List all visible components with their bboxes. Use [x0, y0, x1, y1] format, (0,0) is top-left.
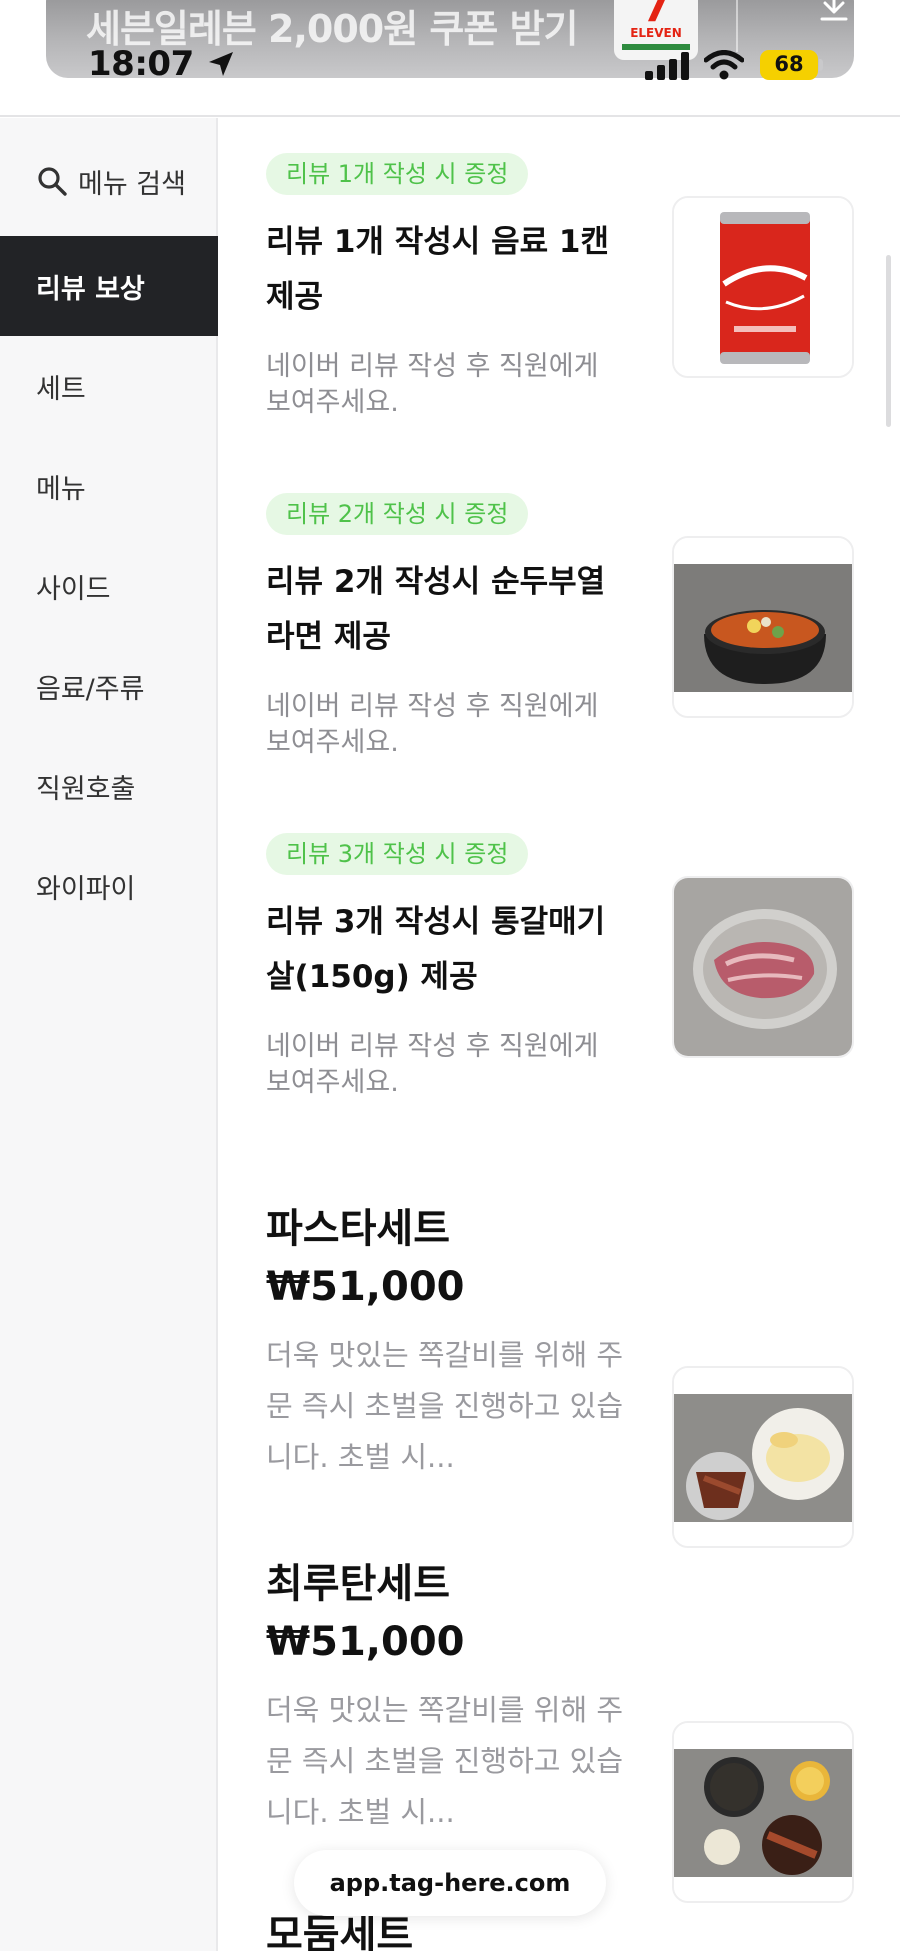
url-bar[interactable]: app.tag-here.com [294, 1850, 606, 1916]
battery-level: 68 [774, 52, 804, 76]
item-description: 더욱 맛있는 쪽갈비를 위해 주문 즉시 초벌을 진행하고 있습니다. 초벌 시… [266, 1693, 624, 1829]
search-icon [38, 167, 67, 196]
reward-badge: 리뷰 2개 작성 시 증정 [266, 493, 529, 535]
category-sidebar: 메뉴 검색 리뷰 보상 세트 메뉴 사이드 음료/주류 직원호출 와이파이 [0, 118, 218, 1951]
item-image [672, 1721, 854, 1903]
item-description: 네이버 리뷰 작성 후 직원에게 보여주세요. [266, 351, 599, 418]
sidebar-item-wifi[interactable]: 와이파이 [0, 836, 218, 936]
item-title: 최루탄세트 [266, 1561, 450, 1607]
cellular-signal-icon [645, 52, 689, 80]
cola-can-image [674, 198, 852, 376]
item-price: ₩51,000 [266, 1264, 465, 1310]
item-image [672, 876, 854, 1058]
menu-search[interactable]: 메뉴 검색 [36, 158, 186, 204]
pasta-set-image [674, 1368, 852, 1546]
sidebar-item-menu[interactable]: 메뉴 [0, 436, 218, 536]
seven-eleven-logo: 7 ELEVEN [614, 0, 698, 60]
tear-gas-set-image [674, 1723, 852, 1901]
menu-list: 리뷰 1개 작성 시 증정 리뷰 1개 작성시 음료 1캔 제공 네이버 리뷰 … [220, 118, 900, 1951]
status-time: 18:07 [88, 44, 194, 84]
menu-search-label: 메뉴 검색 [78, 168, 186, 200]
item-description: 네이버 리뷰 작성 후 직원에게 보여주세요. [266, 1031, 599, 1098]
sidebar-item-drinks[interactable]: 음료/주류 [0, 636, 218, 736]
logo-text: ELEVEN [630, 26, 682, 40]
item-image [672, 536, 854, 718]
item-title: 리뷰 1개 작성시 음료 1캔 제공 [266, 224, 609, 315]
battery-indicator: 68 [760, 50, 818, 80]
sidebar-item-set[interactable]: 세트 [0, 336, 218, 436]
logo-stripe [622, 44, 690, 50]
reward-badge: 리뷰 3개 작성 시 증정 [266, 833, 529, 875]
item-title: 파스타세트 [266, 1206, 450, 1252]
top-area: 세븐일레븐 2,000원 쿠폰 받기 7 ELEVEN 18:07 68 [0, 0, 900, 117]
item-image [672, 1366, 854, 1548]
location-arrow-icon [209, 52, 233, 76]
raw-pork-image [674, 878, 852, 1056]
sidebar-item-staff-call[interactable]: 직원호출 [0, 736, 218, 836]
banner-divider [736, 0, 738, 52]
wifi-icon [704, 50, 744, 80]
logo-number: 7 [642, 0, 670, 31]
battery-cap [819, 59, 823, 71]
download-icon[interactable] [816, 0, 852, 24]
sundubu-ramen-image [674, 538, 852, 716]
reward-badge: 리뷰 1개 작성 시 증정 [266, 153, 529, 195]
item-image [672, 196, 854, 378]
item-title: 리뷰 2개 작성시 순두부열라면 제공 [266, 564, 606, 655]
item-price: ₩51,000 [266, 1619, 465, 1665]
scroll-indicator[interactable] [886, 255, 891, 427]
item-description: 네이버 리뷰 작성 후 직원에게 보여주세요. [266, 691, 599, 758]
item-description: 더욱 맛있는 쪽갈비를 위해 주문 즉시 초벌을 진행하고 있습니다. 초벌 시… [266, 1338, 624, 1474]
sidebar-item-review-reward[interactable]: 리뷰 보상 [0, 236, 218, 336]
sidebar-item-side[interactable]: 사이드 [0, 536, 218, 636]
item-title: 리뷰 3개 작성시 통갈매기살(150g) 제공 [266, 904, 606, 995]
